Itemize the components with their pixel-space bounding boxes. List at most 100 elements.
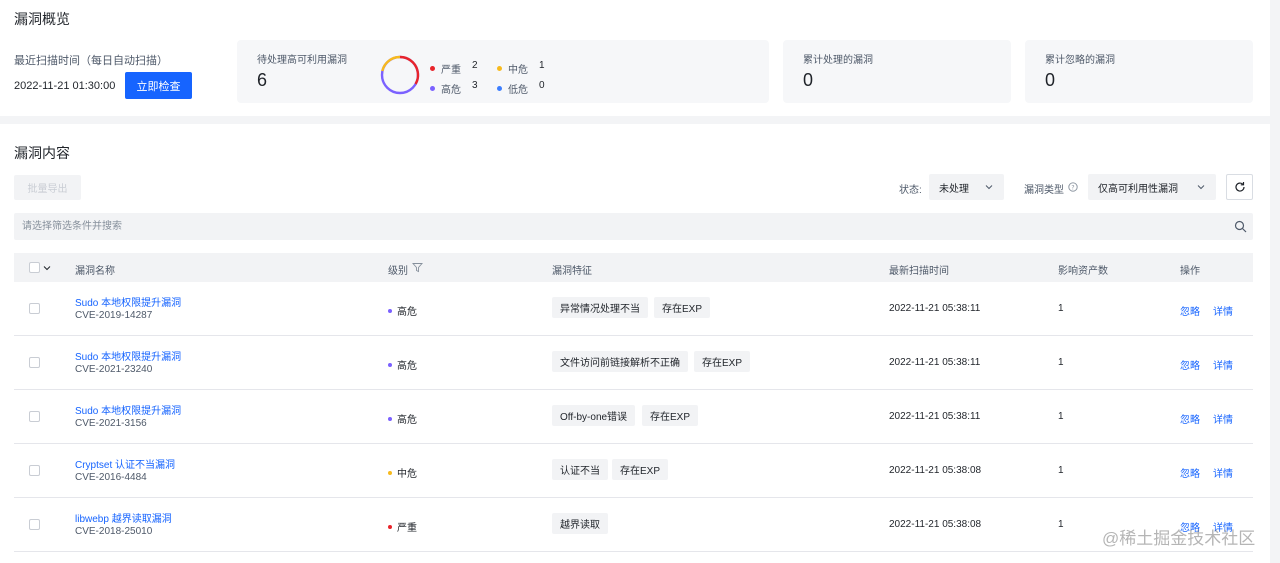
chevron-down-icon[interactable]: [43, 264, 51, 272]
row-checkbox[interactable]: [29, 357, 40, 368]
detail-link[interactable]: 详情: [1213, 303, 1233, 318]
type-select[interactable]: 仅高可利用性漏洞: [1088, 174, 1216, 200]
feature-tag: 存在EXP: [654, 297, 711, 318]
feature-tag: Off-by-one错误: [552, 405, 636, 426]
column-header-assets: 影响资产数: [1058, 266, 1108, 277]
feature-tag: 异常情况处理不当: [552, 297, 648, 318]
detail-link[interactable]: 详情: [1213, 357, 1233, 372]
overview-panel: 漏洞概览 最近扫描时间（每日自动扫描） 2022-11-21 01:30:00 …: [0, 0, 1270, 116]
feature-tag: 越界读取: [552, 513, 608, 534]
vuln-scan-time: 2022-11-21 05:38:08: [889, 519, 982, 530]
refresh-button[interactable]: [1226, 174, 1253, 200]
vuln-name-link[interactable]: Sudo 本地权限提升漏洞: [75, 294, 181, 309]
column-header-features: 漏洞特征: [552, 266, 592, 277]
column-header-scan-time: 最新扫描时间: [889, 266, 949, 277]
legend-critical: 严重: [430, 61, 461, 76]
ring-segment-medium: [381, 55, 401, 72]
ignore-link[interactable]: 忽略: [1180, 357, 1200, 372]
status-select[interactable]: 未处理: [929, 174, 1004, 200]
critical-dot-icon: [430, 66, 435, 71]
search-input[interactable]: [14, 213, 1253, 240]
level-dot-icon: [388, 470, 392, 475]
refresh-icon: [1234, 182, 1245, 192]
row-checkbox[interactable]: [29, 465, 40, 476]
help-icon[interactable]: ?: [1068, 182, 1078, 192]
vuln-scan-time: 2022-11-21 05:38:11: [889, 411, 981, 422]
vuln-name-link[interactable]: libwebp 越界读取漏洞: [75, 510, 172, 525]
feature-tag: 存在EXP: [694, 351, 751, 372]
feature-tag: 认证不当: [552, 459, 608, 480]
legend-medium: 中危: [497, 61, 528, 76]
status-filter-label: 状态:: [899, 185, 922, 196]
table-row: Sudo 本地权限提升漏洞 CVE-2019-14287 高危 异常情况处理不当…: [14, 282, 1253, 336]
ignore-link[interactable]: 忽略: [1180, 303, 1200, 318]
vuln-level-label: 高危: [397, 415, 417, 426]
table-row: libwebp 越界读取漏洞 CVE-2018-25010 严重 越界读取 20…: [14, 498, 1253, 552]
ring-segment-critical-2: [414, 69, 420, 85]
ignore-link[interactable]: 忽略: [1180, 465, 1200, 480]
status-select-value: 未处理: [939, 183, 969, 195]
level-dot-icon: [388, 524, 392, 529]
table-row: Sudo 本地权限提升漏洞 CVE-2021-3156 高危 Off-by-on…: [14, 390, 1253, 444]
type-filter-label: 漏洞类型: [1024, 185, 1064, 196]
detail-link[interactable]: 详情: [1213, 465, 1233, 480]
column-header-level: 级别: [388, 266, 408, 277]
legend-low-count: 0: [539, 80, 545, 91]
vuln-level-label: 高危: [397, 361, 417, 372]
vuln-assets-count: 1: [1058, 357, 1064, 368]
ring-segment-critical: [399, 55, 419, 71]
scan-time-value: 2022-11-21 01:30:00: [14, 80, 116, 92]
table-row: Sudo 本地权限提升漏洞 CVE-2021-23240 高危 文件访问前链接解…: [14, 336, 1253, 390]
batch-export-button[interactable]: 批量导出: [14, 175, 81, 200]
svg-text:?: ?: [1071, 184, 1074, 191]
vuln-level: 高危: [388, 303, 417, 318]
vuln-assets-count: 1: [1058, 411, 1064, 422]
handled-vuln-card: 累计处理的漏洞 0: [783, 40, 1011, 103]
high-dot-icon: [430, 86, 435, 91]
vuln-level: 严重: [388, 519, 417, 534]
severity-ring-chart: [380, 55, 420, 95]
vuln-level: 高危: [388, 411, 417, 426]
vuln-assets-count: 1: [1058, 465, 1064, 476]
pending-vuln-label: 待处理高可利用漏洞: [257, 55, 347, 66]
row-checkbox[interactable]: [29, 411, 40, 422]
level-dot-icon: [388, 362, 392, 367]
overview-title: 漏洞概览: [14, 11, 70, 27]
column-header-actions: 操作: [1180, 266, 1200, 277]
select-all-checkbox[interactable]: [29, 262, 40, 273]
ignore-link[interactable]: 忽略: [1180, 411, 1200, 426]
feature-tag: 文件访问前链接解析不正确: [552, 351, 688, 372]
vuln-cve: CVE-2016-4484: [75, 472, 147, 483]
legend-low-label: 低危: [508, 85, 528, 96]
chevron-down-icon: [1197, 185, 1205, 190]
vuln-name-link[interactable]: Sudo 本地权限提升漏洞: [75, 348, 181, 363]
scrollbar[interactable]: [1270, 0, 1280, 563]
ignored-vuln-value: 0: [1045, 70, 1056, 90]
vuln-scan-time: 2022-11-21 05:38:08: [889, 465, 982, 476]
vuln-assets-count: 1: [1058, 303, 1064, 314]
row-checkbox[interactable]: [29, 303, 40, 314]
vuln-name-link[interactable]: Cryptset 认证不当漏洞: [75, 456, 175, 471]
feature-tag: 存在EXP: [612, 459, 669, 480]
scan-time-label: 最近扫描时间（每日自动扫描）: [14, 55, 168, 67]
filter-icon[interactable]: [412, 262, 423, 273]
content-title: 漏洞内容: [14, 145, 70, 161]
vuln-name-link[interactable]: Sudo 本地权限提升漏洞: [75, 402, 181, 417]
row-checkbox[interactable]: [29, 519, 40, 530]
pending-vuln-card: 待处理高可利用漏洞 6 严重 2 中危 1 高危 3 低危 0: [237, 40, 769, 103]
search-icon[interactable]: [1234, 220, 1247, 233]
vuln-level-label: 中危: [397, 469, 417, 480]
vuln-scan-time: 2022-11-21 05:38:11: [889, 303, 981, 314]
legend-high-count: 3: [472, 80, 478, 91]
vuln-level: 高危: [388, 357, 417, 372]
level-dot-icon: [388, 416, 392, 421]
legend-high-label: 高危: [441, 85, 461, 96]
vuln-scan-time: 2022-11-21 05:38:11: [889, 357, 981, 368]
pending-vuln-value: 6: [257, 70, 268, 90]
vuln-cve: CVE-2021-23240: [75, 364, 153, 375]
check-now-button[interactable]: 立即检查: [125, 72, 192, 99]
detail-link[interactable]: 详情: [1213, 411, 1233, 426]
type-select-value: 仅高可利用性漏洞: [1098, 183, 1178, 195]
ignored-vuln-card: 累计忽略的漏洞 0: [1025, 40, 1253, 103]
level-dot-icon: [388, 308, 392, 313]
